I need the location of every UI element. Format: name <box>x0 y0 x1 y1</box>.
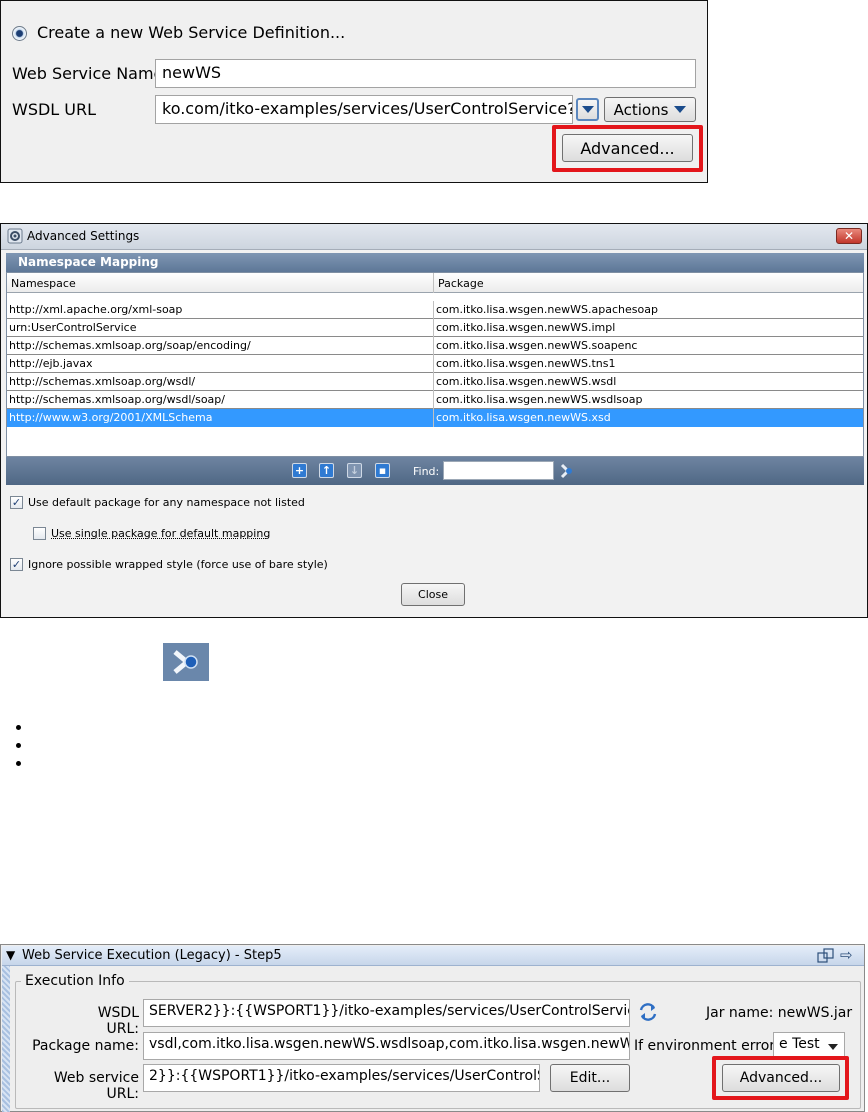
package-name-field[interactable]: vsdl,com.itko.lisa.wsgen.newWS.wsdlsoap,… <box>143 1032 630 1060</box>
chevron-down-icon <box>674 106 687 113</box>
move-up-icon[interactable]: ↑ <box>319 463 334 478</box>
env-error-label: If environment error: <box>634 1038 780 1054</box>
execution-info-label: Execution Info <box>21 973 129 989</box>
close-icon[interactable]: ✕ <box>836 228 862 244</box>
expand-window-icon[interactable] <box>817 948 835 964</box>
collapse-triangle-icon[interactable]: ▼ <box>6 948 15 962</box>
actions-button-label: Actions <box>613 100 669 119</box>
column-header-namespace[interactable]: Namespace <box>9 275 429 292</box>
create-new-radio-label: Create a new Web Service Definition... <box>37 23 346 42</box>
table-row[interactable]: http://schemas.xmlsoap.org/soap/encoding… <box>7 337 863 355</box>
package-name-label: Package name: <box>32 1038 139 1054</box>
table-header: Namespace Package <box>7 273 863 293</box>
namespace-cell: urn:UserControlService <box>9 321 137 334</box>
ws-name-label: Web Service Name <box>12 64 164 83</box>
package-cell: com.itko.lisa.wsgen.newWS.tns1 <box>436 357 616 370</box>
advanced-button[interactable]: Advanced... <box>562 134 693 162</box>
use-default-package-label: Use default package for any namespace no… <box>28 496 305 509</box>
side-stripe <box>2 966 10 1112</box>
table-row[interactable]: http://schemas.xmlsoap.org/wsdl/ com.itk… <box>7 373 863 391</box>
package-cell: com.itko.lisa.wsgen.newWS.wsdl <box>436 375 617 388</box>
namespace-cell: http://schemas.xmlsoap.org/wsdl/ <box>9 375 196 388</box>
ws-name-input[interactable]: newWS <box>155 59 696 88</box>
table-row-selected[interactable]: http://www.w3.org/2001/XMLSchema com.itk… <box>7 409 863 427</box>
wsdl-url-field[interactable]: SERVER2}}:{{WSPORT1}}/itko-examples/serv… <box>143 999 630 1027</box>
close-button[interactable]: Close <box>401 583 465 606</box>
advanced-settings-dialog: Advanced Settings ✕ Namespace Mapping Na… <box>0 223 868 618</box>
add-row-icon[interactable]: + <box>292 463 307 478</box>
bullet-point <box>16 761 21 766</box>
new-ws-definition-panel: Create a new Web Service Definition... W… <box>0 0 708 183</box>
package-cell: com.itko.lisa.wsgen.newWS.apachesoap <box>436 303 658 316</box>
use-default-package-checkbox[interactable]: ✓ <box>10 496 23 509</box>
bullet-point <box>16 743 21 748</box>
package-cell: com.itko.lisa.wsgen.newWS.wsdlsoap <box>436 393 643 406</box>
find-input[interactable] <box>443 461 554 480</box>
refresh-icon[interactable] <box>637 1001 659 1023</box>
move-down-icon[interactable]: ↓ <box>347 463 362 478</box>
package-cell: com.itko.lisa.wsgen.newWS.xsd <box>436 411 611 424</box>
namespace-cell: http://xml.apache.org/xml-soap <box>9 303 183 316</box>
actions-button[interactable]: Actions <box>604 97 696 122</box>
settings-icon <box>7 228 23 244</box>
wsdl-url-label: WSDL URL <box>12 100 97 119</box>
namespace-cell: http://schemas.xmlsoap.org/wsdl/soap/ <box>9 393 225 406</box>
env-error-value: e Test <box>779 1036 820 1052</box>
create-new-radio[interactable] <box>12 26 27 41</box>
table-row[interactable]: http://schemas.xmlsoap.org/wsdl/soap/ co… <box>7 391 863 409</box>
namespace-cell: http://www.w3.org/2001/XMLSchema <box>9 411 213 424</box>
namespace-mapping-header: Namespace Mapping <box>6 253 864 272</box>
step-title: Web Service Execution (Legacy) - Step5 <box>22 948 282 963</box>
table-row[interactable]: http://ejb.javax com.itko.lisa.wsgen.new… <box>7 355 863 373</box>
package-cell: com.itko.lisa.wsgen.newWS.soapenc <box>436 339 638 352</box>
arrow-right-icon[interactable]: ⇨ <box>840 946 853 964</box>
find-label: Find: <box>413 465 440 478</box>
ignore-wrapped-style-checkbox[interactable]: ✓ <box>10 558 23 571</box>
edit-button[interactable]: Edit... <box>550 1064 630 1092</box>
chevron-down-icon <box>581 106 594 113</box>
namespace-table: Namespace Package http://xml.apache.org/… <box>6 272 864 457</box>
namespace-cell: http://schemas.xmlsoap.org/soap/encoding… <box>9 339 251 352</box>
column-header-package[interactable]: Package <box>436 275 856 292</box>
wsdl-url-label: WSDL URL: <box>97 1005 139 1037</box>
table-row[interactable]: urn:UserControlService com.itko.lisa.wsg… <box>7 319 863 337</box>
wsdl-url-input[interactable]: ko.com/itko-examples/services/UserContro… <box>155 95 573 124</box>
table-toolbar: + ↑ ↓ ▪ Find: <box>6 457 864 485</box>
dialog-titlebar: Advanced Settings ✕ <box>1 224 867 250</box>
table-row[interactable]: http://xml.apache.org/xml-soap com.itko.… <box>7 301 863 319</box>
find-next-icon <box>163 643 209 681</box>
package-cell: com.itko.lisa.wsgen.newWS.impl <box>436 321 616 334</box>
advanced-button[interactable]: Advanced... <box>722 1064 840 1092</box>
jar-name-label: Jar name: newWS.jar <box>706 1005 853 1021</box>
step-header: ▼ Web Service Execution (Legacy) - Step5… <box>2 946 864 966</box>
web-service-url-field[interactable]: 2}}:{{WSPORT1}}/itko-examples/services/U… <box>143 1064 540 1092</box>
ignore-wrapped-style-label: Ignore possible wrapped style (force use… <box>28 558 328 571</box>
delete-icon[interactable]: ▪ <box>375 463 390 478</box>
dialog-title: Advanced Settings <box>27 229 140 243</box>
web-service-url-label: Web service URL: <box>53 1070 139 1102</box>
find-next-icon[interactable] <box>557 462 575 480</box>
use-single-package-checkbox[interactable] <box>33 527 46 540</box>
use-single-package-label: Use single package for default mapping <box>51 527 271 540</box>
bullet-point <box>16 725 21 730</box>
web-service-execution-panel: ▼ Web Service Execution (Legacy) - Step5… <box>0 944 865 1112</box>
wsdl-dropdown-button[interactable] <box>576 98 599 121</box>
namespace-cell: http://ejb.javax <box>9 357 93 370</box>
chevron-down-icon <box>828 1044 838 1050</box>
